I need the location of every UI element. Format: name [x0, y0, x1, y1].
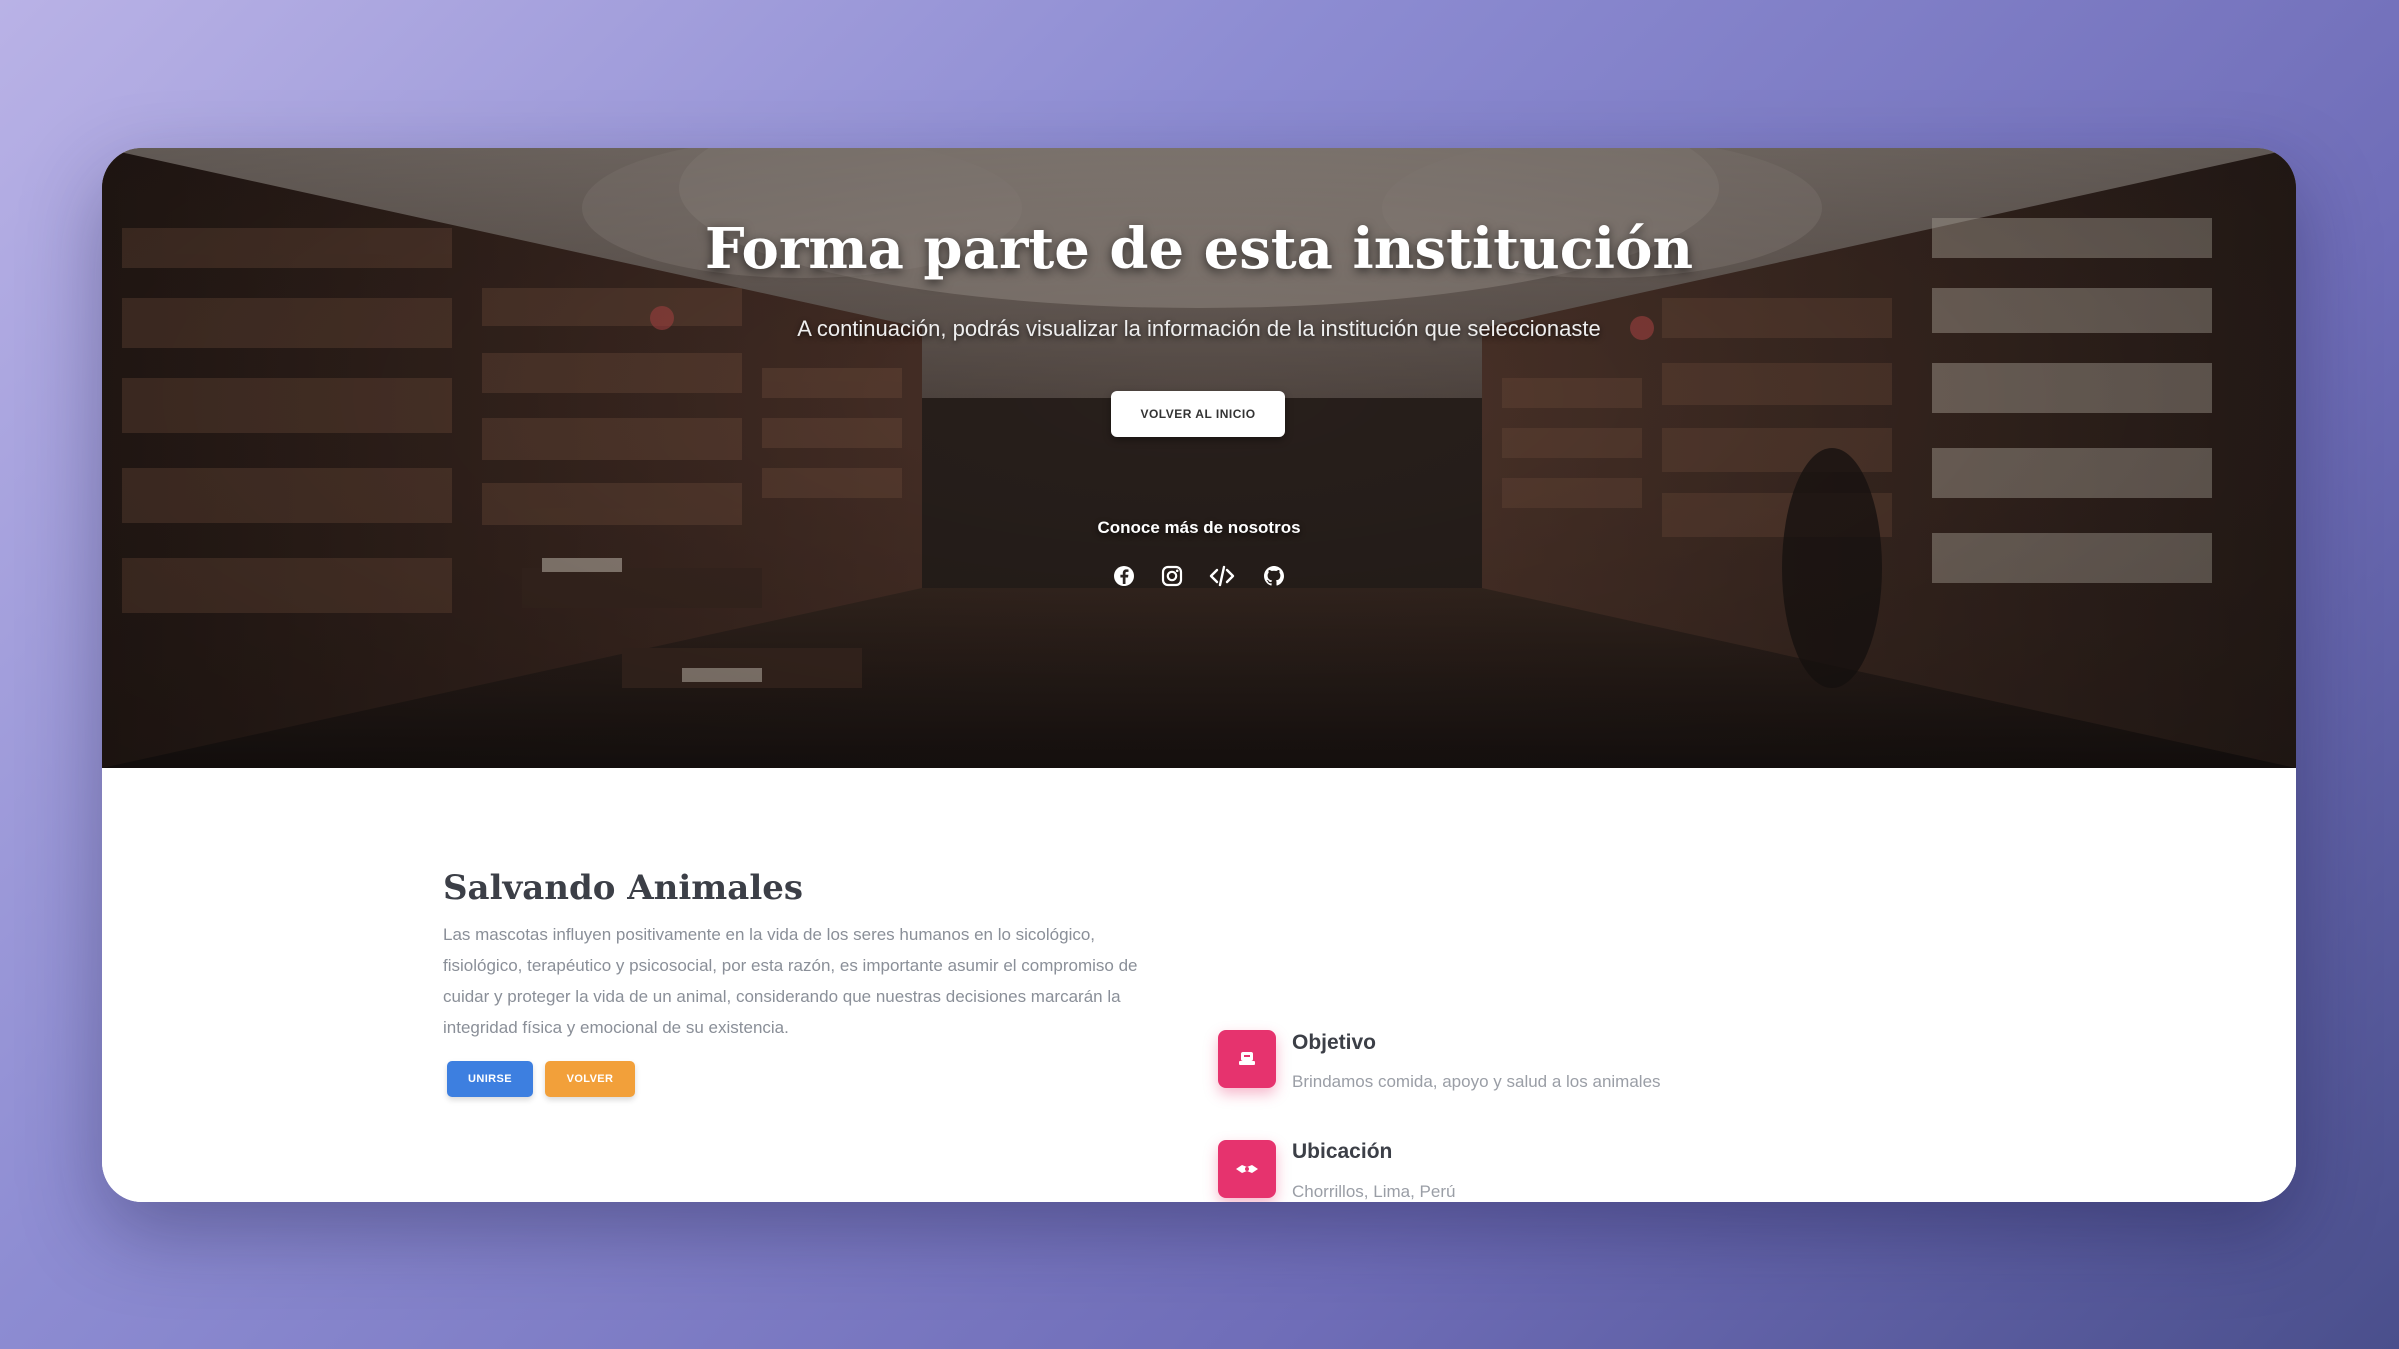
location-label: Ubicación [1292, 1140, 1393, 1163]
hero-title: Forma parte de esta institución [704, 216, 1694, 282]
objective-text: Brindamos comida, apoyo y salud a los an… [1292, 1072, 1661, 1091]
code-icon[interactable] [1208, 562, 1236, 590]
institution-description: Las mascotas influyen positivamente en l… [443, 925, 1138, 1037]
join-button[interactable]: UNIRSE [447, 1061, 533, 1097]
target-icon [1239, 1052, 1255, 1065]
back-to-home-button[interactable]: VOLVER AL INICIO [1111, 391, 1285, 437]
hero-subtitle: A continuación, podrás visualizar la inf… [797, 316, 1601, 341]
location-icon [1236, 1165, 1258, 1173]
location-icon-badge [1218, 1140, 1276, 1198]
target-icon-badge [1218, 1030, 1276, 1088]
social-links [102, 562, 2296, 592]
institution-section: Salvando Animales Las mascotas influyen … [102, 768, 2296, 1202]
facebook-icon[interactable] [1110, 562, 1138, 590]
hero-banner: Forma parte de esta institución A contin… [102, 148, 2296, 768]
instagram-icon[interactable] [1158, 562, 1186, 590]
objective-label: Objetivo [1292, 1031, 1377, 1054]
back-button[interactable]: VOLVER [545, 1061, 635, 1097]
know-more-label: Conoce más de nosotros [1097, 518, 1301, 537]
github-icon[interactable] [1260, 562, 1288, 590]
institution-name: Salvando Animales [443, 868, 804, 908]
location-text: Chorrillos, Lima, Perú [1292, 1182, 1456, 1201]
page-card: Forma parte de esta institución A contin… [102, 148, 2296, 1202]
